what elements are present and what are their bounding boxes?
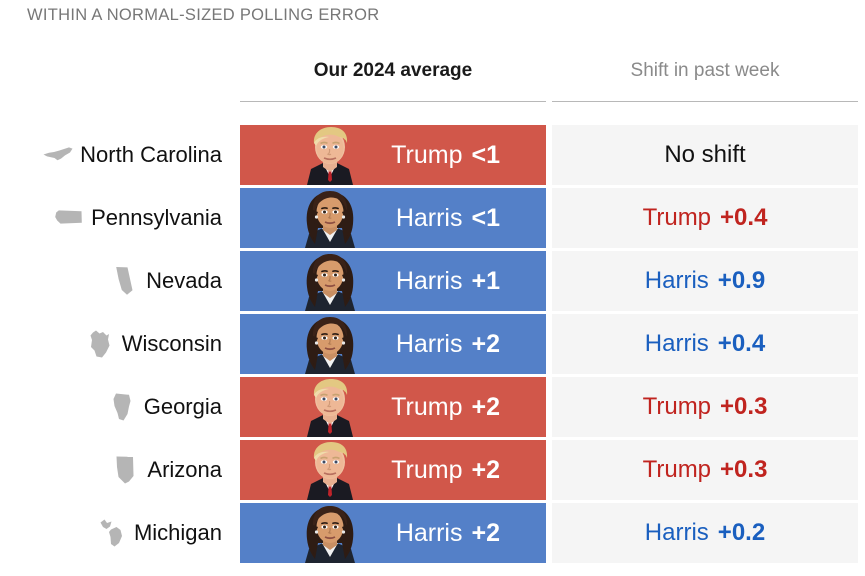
average-candidate-name: Harris — [396, 267, 463, 296]
trump-portrait-art — [293, 440, 367, 500]
average-bar: Harris <1 — [240, 188, 546, 248]
trump-portrait — [293, 125, 367, 185]
average-margin-value: +2 — [471, 456, 500, 485]
state-name-label: Michigan — [134, 520, 222, 546]
harris-portrait-art — [293, 503, 367, 563]
average-margin-value: +1 — [471, 267, 500, 296]
state-name-label: Arizona — [147, 457, 222, 483]
average-label-group: Harris +2 — [396, 314, 500, 374]
state-shape-georgia-icon — [107, 391, 137, 423]
shift-value: +0.9 — [718, 267, 765, 295]
average-candidate-name: Harris — [396, 204, 463, 233]
shift-candidate-name: Trump — [643, 393, 711, 421]
average-label-group: Trump <1 — [391, 125, 500, 185]
shift-no-change-label: No shift — [664, 141, 745, 169]
average-candidate-name: Trump — [391, 141, 462, 170]
average-bar: Trump <1 — [240, 125, 546, 185]
average-label-group: Harris +2 — [396, 503, 500, 563]
average-candidate-name: Harris — [396, 330, 463, 359]
state-name-label: Wisconsin — [122, 331, 222, 357]
average-label-group: Harris +1 — [396, 251, 500, 311]
table-body: North Carolina Trump — [0, 125, 865, 566]
average-margin-value: +2 — [471, 519, 500, 548]
shift-cell: Harris +0.4 — [552, 314, 858, 374]
state-cell[interactable]: Arizona — [0, 440, 236, 500]
state-cell[interactable]: Pennsylvania — [0, 188, 236, 248]
table-row: North Carolina Trump — [0, 125, 865, 185]
average-bar: Harris +2 — [240, 314, 546, 374]
shift-cell: Harris +0.9 — [552, 251, 858, 311]
shift-candidate-name: Trump — [643, 204, 711, 232]
trump-portrait — [293, 377, 367, 437]
average-candidate-name: Trump — [391, 393, 462, 422]
shift-candidate-name: Harris — [645, 519, 709, 547]
average-label-group: Trump +2 — [391, 440, 500, 500]
shift-cell: Harris +0.2 — [552, 503, 858, 563]
table-row: Arizona Trump +2 — [0, 440, 865, 500]
average-bar: Trump +2 — [240, 377, 546, 437]
table-row: Georgia Trump +2 — [0, 377, 865, 437]
state-shape-north-carolina-icon — [43, 139, 73, 171]
average-label-group: Harris <1 — [396, 188, 500, 248]
divider-average — [240, 101, 546, 102]
column-header-average: Our 2024 average — [240, 60, 546, 82]
shift-candidate-name: Trump — [643, 456, 711, 484]
harris-portrait — [293, 314, 367, 374]
polling-average-table: WITHIN A NORMAL-SIZED POLLING ERROR Our … — [0, 0, 865, 576]
average-margin-value: <1 — [471, 141, 500, 170]
harris-portrait — [293, 251, 367, 311]
average-candidate-name: Harris — [396, 519, 463, 548]
average-candidate-name: Trump — [391, 456, 462, 485]
state-name-label: Georgia — [144, 394, 222, 420]
page-kicker: WITHIN A NORMAL-SIZED POLLING ERROR — [27, 6, 379, 25]
average-bar: Trump +2 — [240, 440, 546, 500]
average-margin-value: +2 — [471, 330, 500, 359]
state-shape-arizona-icon — [110, 454, 140, 486]
state-name-label: North Carolina — [80, 142, 222, 168]
shift-cell: No shift — [552, 125, 858, 185]
state-cell[interactable]: Michigan — [0, 503, 236, 563]
trump-portrait-art — [293, 125, 367, 185]
shift-value: +0.3 — [720, 393, 767, 421]
state-name-label: Pennsylvania — [91, 205, 222, 231]
trump-portrait-art — [293, 377, 367, 437]
shift-value: +0.2 — [718, 519, 765, 547]
state-cell[interactable]: Georgia — [0, 377, 236, 437]
table-row: Nevada Harris — [0, 251, 865, 311]
shift-value: +0.3 — [720, 456, 767, 484]
average-margin-value: +2 — [471, 393, 500, 422]
harris-portrait-art — [293, 251, 367, 311]
shift-cell: Trump +0.4 — [552, 188, 858, 248]
state-name-label: Nevada — [146, 268, 222, 294]
shift-cell: Trump +0.3 — [552, 440, 858, 500]
shift-candidate-name: Harris — [645, 267, 709, 295]
harris-portrait — [293, 503, 367, 563]
shift-candidate-name: Harris — [645, 330, 709, 358]
average-label-group: Trump +2 — [391, 377, 500, 437]
shift-value: +0.4 — [720, 204, 767, 232]
harris-portrait — [293, 188, 367, 248]
state-cell[interactable]: Nevada — [0, 251, 236, 311]
trump-portrait — [293, 440, 367, 500]
state-cell[interactable]: Wisconsin — [0, 314, 236, 374]
state-shape-wisconsin-icon — [85, 328, 115, 360]
average-bar: Harris +1 — [240, 251, 546, 311]
table-row: Wisconsin Harris — [0, 314, 865, 374]
shift-value: +0.4 — [718, 330, 765, 358]
harris-portrait-art — [293, 314, 367, 374]
average-bar: Harris +2 — [240, 503, 546, 563]
table-row: Michigan Harris — [0, 503, 865, 563]
table-row: Pennsylvania Harris — [0, 188, 865, 248]
average-margin-value: <1 — [471, 204, 500, 233]
state-shape-pennsylvania-icon — [54, 202, 84, 234]
state-shape-nevada-icon — [109, 265, 139, 297]
column-header-shift: Shift in past week — [552, 60, 858, 82]
harris-portrait-art — [293, 188, 367, 248]
shift-cell: Trump +0.3 — [552, 377, 858, 437]
state-cell[interactable]: North Carolina — [0, 125, 236, 185]
divider-shift — [552, 101, 858, 102]
state-shape-michigan-icon — [97, 517, 127, 549]
